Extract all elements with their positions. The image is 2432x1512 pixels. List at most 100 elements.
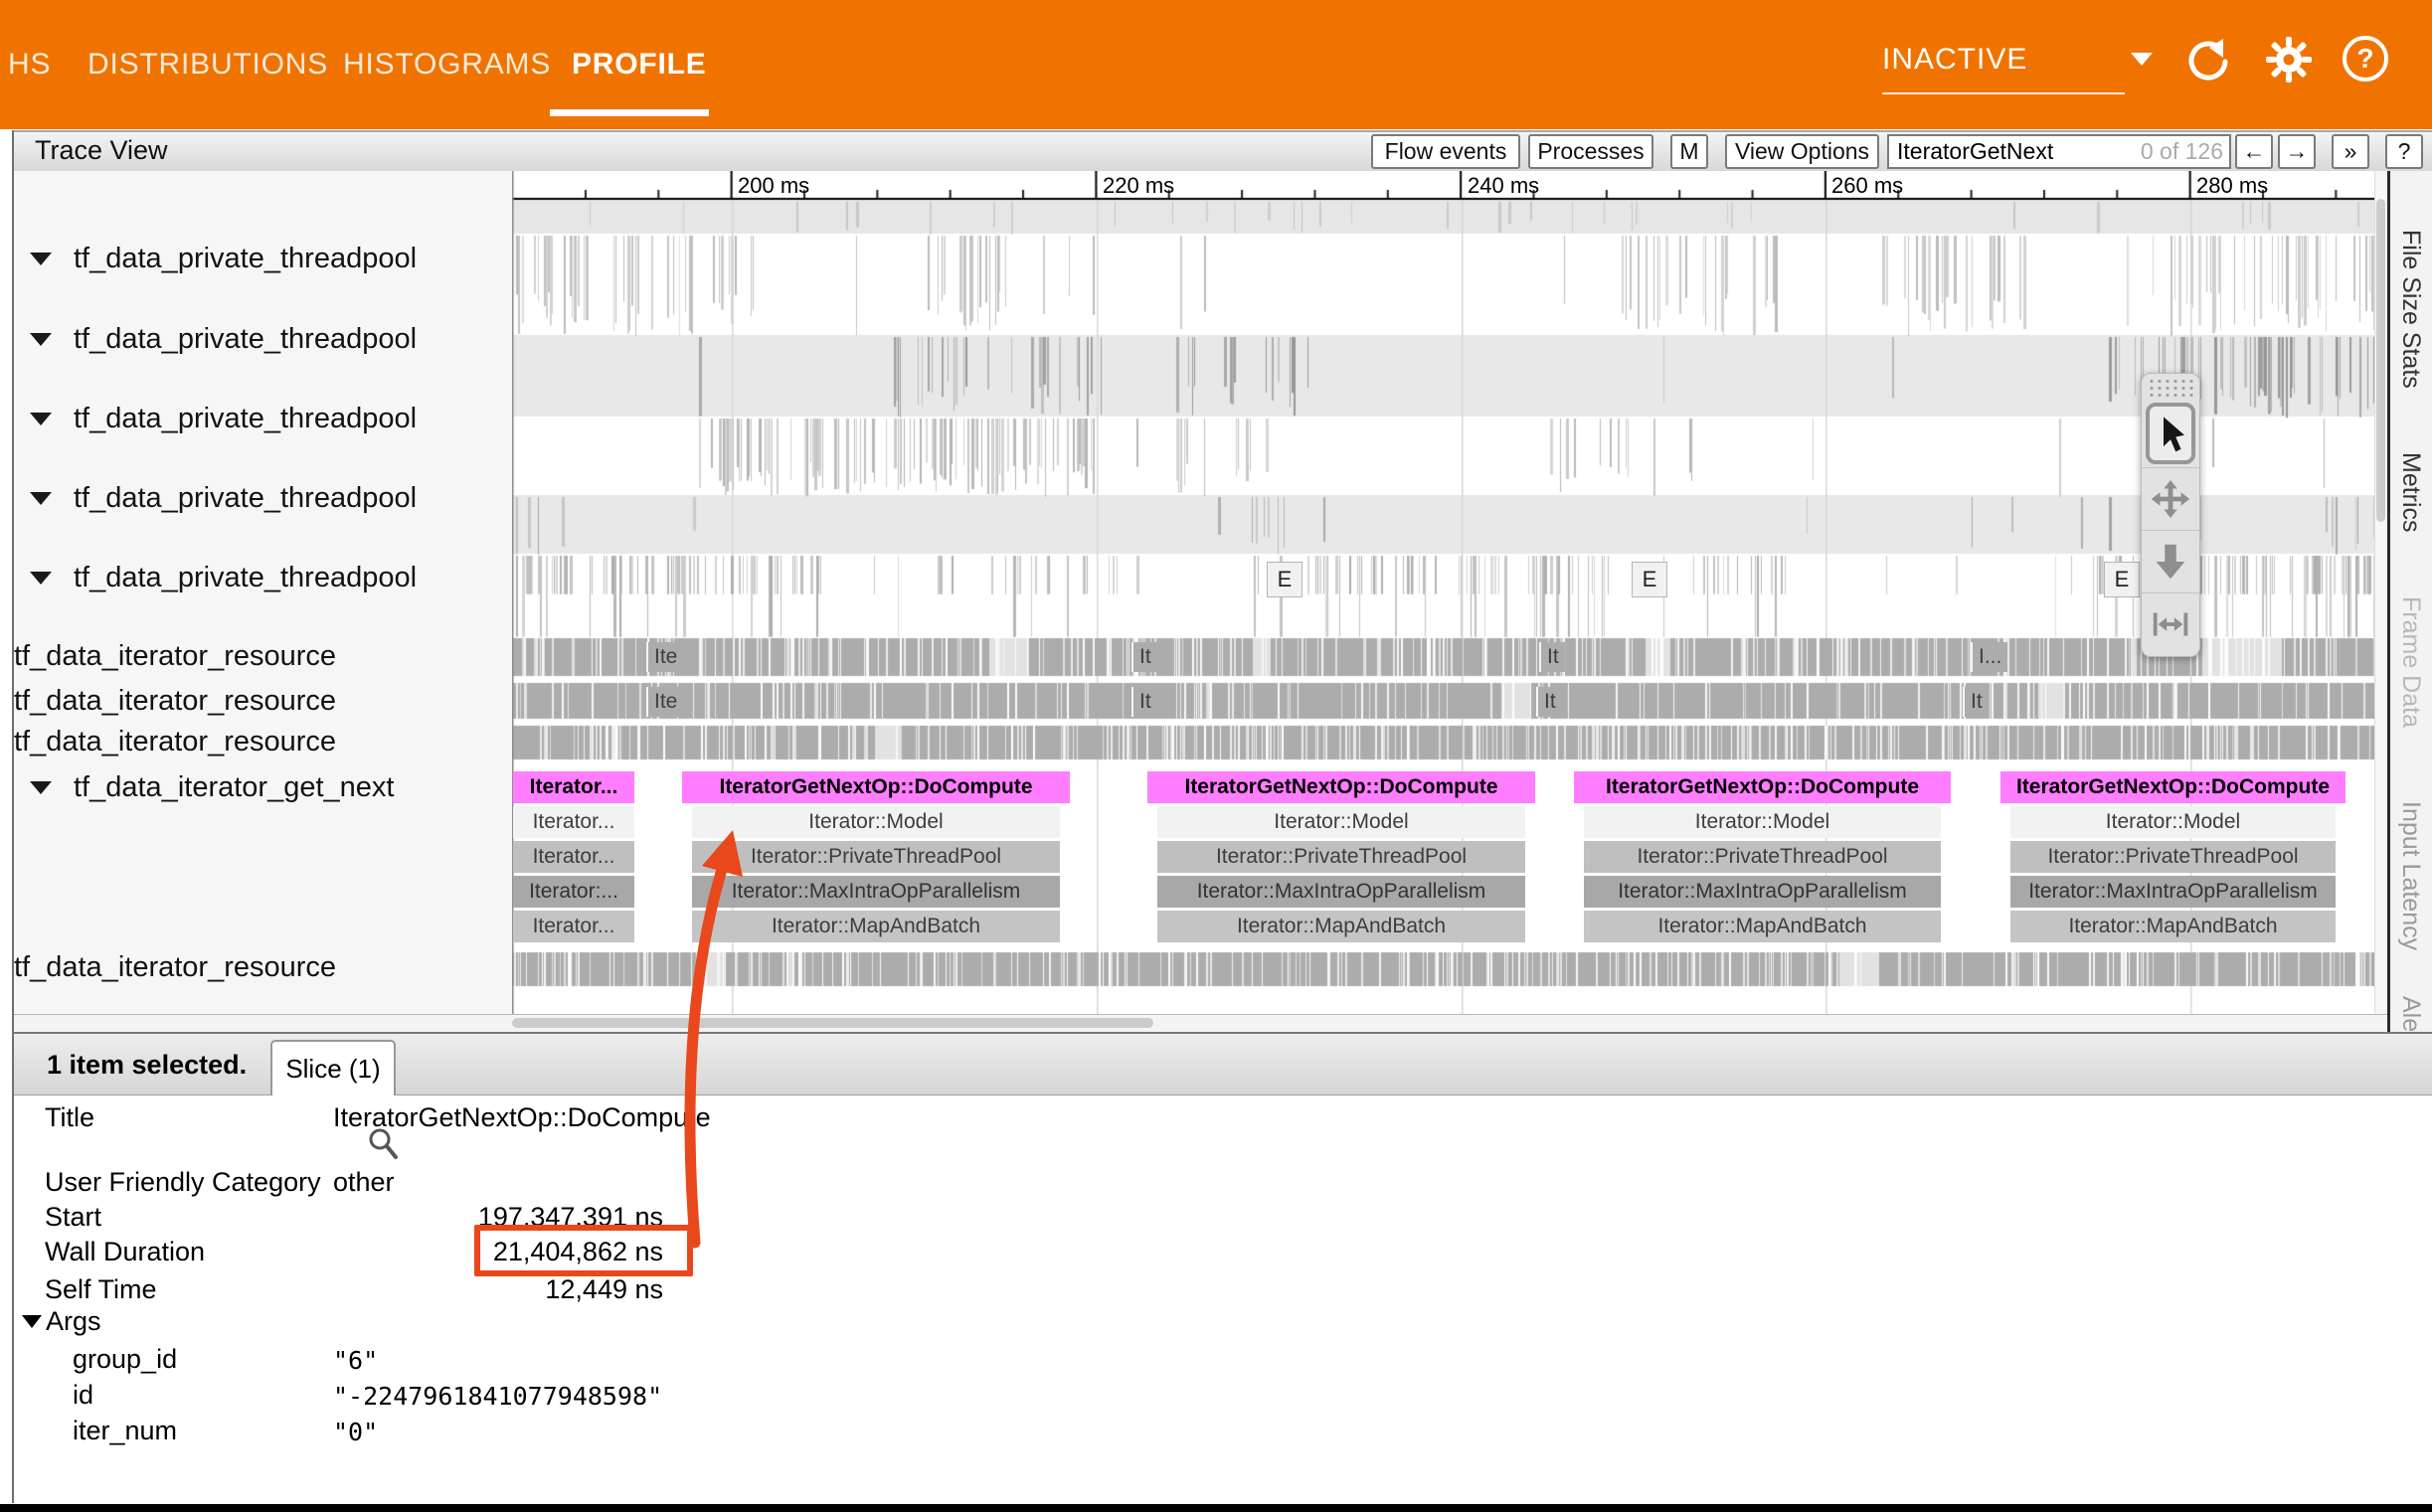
axis-tick-label: 240 ms	[1468, 173, 1539, 199]
resource-slice-label[interactable]: Ite	[646, 687, 683, 717]
drag-handle[interactable]	[2148, 378, 2193, 400]
event-marker[interactable]: E	[2104, 562, 2140, 597]
resource-slice-label[interactable]: I...	[1971, 642, 2007, 672]
detail-value: 12,449 ns	[545, 1274, 663, 1305]
arrow-down-icon	[2148, 539, 2193, 585]
sidebar-tab-metrics[interactable]: Metrics	[2396, 452, 2425, 533]
resource-slice-label[interactable]: It	[1131, 687, 1157, 717]
prev-match-button[interactable]: ←	[2235, 134, 2273, 169]
axis-tick-label: 260 ms	[1831, 173, 1903, 199]
sidebar-tab-frame-data: Frame Data	[2396, 596, 2425, 728]
slice-sub-g0[interactable]: Iterator...	[513, 911, 634, 942]
slice-sub-g2[interactable]: Iterator::PrivateThreadPool	[1157, 841, 1525, 873]
track-label-text: tf_data_iterator_get_next	[74, 771, 394, 804]
detail-label: User Friendly Category	[45, 1167, 321, 1198]
collapse-icon	[30, 781, 52, 794]
h-scrollbar-thumb[interactable]	[512, 1018, 1153, 1028]
slice-sub-g4[interactable]: Iterator::PrivateThreadPool	[2010, 841, 2336, 873]
track-label-tf_data_iterator_get_next-8[interactable]: tf_data_iterator_get_next	[30, 771, 394, 804]
slice-sub-g0[interactable]: Iterator...	[513, 841, 634, 873]
magnifier-icon[interactable]	[368, 1127, 400, 1168]
slice-sub-g0[interactable]: Iterator:...	[513, 876, 634, 908]
slice-tab[interactable]: Slice (1)	[270, 1040, 396, 1096]
m-button[interactable]: M	[1670, 134, 1708, 169]
right-sidebar: File Size Stats Metrics Frame Data Input La…	[2390, 171, 2432, 1032]
tensorboard-app: HSDISTRIBUTIONSHISTOGRAMSPROFILE INACTIV…	[0, 0, 2432, 1512]
args-expander[interactable]: Args	[22, 1306, 101, 1337]
collapse-icon	[30, 572, 52, 585]
sidebar-tab-input-latency: Input Latency	[2396, 801, 2425, 950]
zoom-tool-button[interactable]	[2142, 530, 2199, 592]
search-input[interactable]	[1889, 138, 2126, 165]
sidebar-tab-file-size-stats[interactable]: File Size Stats	[2396, 230, 2425, 389]
slice-sub-g0[interactable]: Iterator...	[513, 806, 634, 838]
nav-tab-histograms[interactable]: HISTOGRAMS	[343, 0, 551, 129]
select-tool-button[interactable]	[2146, 403, 2195, 464]
track-label-text: tf_data_iterator_resource	[14, 685, 336, 718]
slice-sub-g3[interactable]: Iterator::Model	[1584, 806, 1941, 838]
help-icon: ?	[2343, 36, 2388, 82]
slice-sub-g2[interactable]: Iterator::MaxIntraOpParallelism	[1157, 876, 1525, 908]
slice-sub-g2[interactable]: Iterator::Model	[1157, 806, 1525, 838]
slice-sub-g3[interactable]: Iterator::MaxIntraOpParallelism	[1584, 876, 1941, 908]
track-label-tf_data_iterator_resource-5: tf_data_iterator_resource	[14, 640, 336, 673]
refresh-button[interactable]	[2183, 36, 2231, 84]
collapse-icon	[30, 492, 52, 505]
track-label-tf_data_private_threadpool-4[interactable]: tf_data_private_threadpool	[30, 562, 417, 594]
slice-sub-g3[interactable]: Iterator::MapAndBatch	[1584, 911, 1941, 942]
slice-sub-g4[interactable]: Iterator::MaxIntraOpParallelism	[2010, 876, 2336, 908]
slice-sub-g4[interactable]: Iterator::MapAndBatch	[2010, 911, 2336, 942]
arg-key: id	[73, 1380, 93, 1411]
run-selector[interactable]: INACTIVE	[1882, 30, 2141, 89]
track-label-tf_data_private_threadpool-1[interactable]: tf_data_private_threadpool	[30, 323, 417, 356]
track-label-text: tf_data_private_threadpool	[74, 482, 417, 515]
nav-tab-distributions[interactable]: DISTRIBUTIONS	[87, 0, 328, 129]
resource-slice-label[interactable]: It	[1131, 642, 1157, 672]
more-button[interactable]: »	[2332, 134, 2369, 169]
track-label-tf_data_iterator_resource-9: tf_data_iterator_resource	[14, 951, 336, 984]
track-label-tf_data_iterator_resource-7: tf_data_iterator_resource	[14, 726, 336, 758]
run-selector-value: INACTIVE	[1882, 43, 2027, 77]
track-label-tf_data_private_threadpool-2[interactable]: tf_data_private_threadpool	[30, 403, 417, 435]
slice-docompute-g0[interactable]: Iterator...	[513, 771, 634, 803]
nav-tab-hs[interactable]: HS	[8, 0, 51, 129]
v-scrollbar-thumb[interactable]	[2376, 199, 2385, 522]
chevron-down-icon	[2131, 53, 2153, 66]
next-match-button[interactable]: →	[2278, 134, 2316, 169]
resource-slice-label[interactable]: It	[1539, 642, 1565, 672]
processes-button[interactable]: Processes	[1528, 134, 1653, 169]
track-label-text: tf_data_iterator_resource	[14, 640, 336, 673]
slice-sub-g1[interactable]: Iterator::Model	[692, 806, 1060, 838]
h-scrollbar[interactable]	[14, 1014, 2387, 1032]
slice-docompute-g4[interactable]: IteratorGetNextOp::DoCompute	[2000, 771, 2345, 803]
settings-button[interactable]	[2265, 36, 2313, 84]
event-marker[interactable]: E	[1632, 562, 1667, 597]
arg-key: iter_num	[73, 1416, 177, 1446]
track-label-text: tf_data_private_threadpool	[74, 323, 417, 356]
help-button[interactable]: ?	[2343, 36, 2390, 84]
run-selector-underline	[1882, 92, 2125, 94]
flow-events-button[interactable]: Flow events	[1371, 134, 1520, 169]
slice-sub-g1[interactable]: Iterator::MapAndBatch	[692, 911, 1060, 942]
top-navbar: HSDISTRIBUTIONSHISTOGRAMSPROFILE INACTIV…	[0, 0, 2432, 129]
timing-tool-button[interactable]	[2142, 592, 2199, 655]
slice-docompute-g2[interactable]: IteratorGetNextOp::DoCompute	[1147, 771, 1535, 803]
track-label-tf_data_private_threadpool-3[interactable]: tf_data_private_threadpool	[30, 482, 417, 515]
resource-slice-label[interactable]: It	[1536, 687, 1562, 717]
slice-docompute-g1[interactable]: IteratorGetNextOp::DoCompute	[682, 771, 1070, 803]
resource-slice-label[interactable]: It	[1963, 687, 1989, 717]
resource-slice-label[interactable]: Ite	[646, 642, 683, 672]
pan-tool-button[interactable]	[2142, 467, 2199, 530]
slice-sub-g4[interactable]: Iterator::Model	[2010, 806, 2336, 838]
detail-label: Start	[45, 1202, 101, 1233]
shortcuts-help-button[interactable]: ?	[2385, 134, 2423, 169]
track-label-text: tf_data_private_threadpool	[74, 403, 417, 435]
slice-sub-g1[interactable]: Iterator::MaxIntraOpParallelism	[692, 876, 1060, 908]
track-label-tf_data_private_threadpool-0[interactable]: tf_data_private_threadpool	[30, 243, 417, 275]
slice-sub-g2[interactable]: Iterator::MapAndBatch	[1157, 911, 1525, 942]
event-marker[interactable]: E	[1267, 562, 1303, 597]
slice-docompute-g3[interactable]: IteratorGetNextOp::DoCompute	[1574, 771, 1951, 803]
view-options-button[interactable]: View Options	[1725, 134, 1879, 169]
slice-sub-g1[interactable]: Iterator::PrivateThreadPool	[692, 841, 1060, 873]
slice-sub-g3[interactable]: Iterator::PrivateThreadPool	[1584, 841, 1941, 873]
